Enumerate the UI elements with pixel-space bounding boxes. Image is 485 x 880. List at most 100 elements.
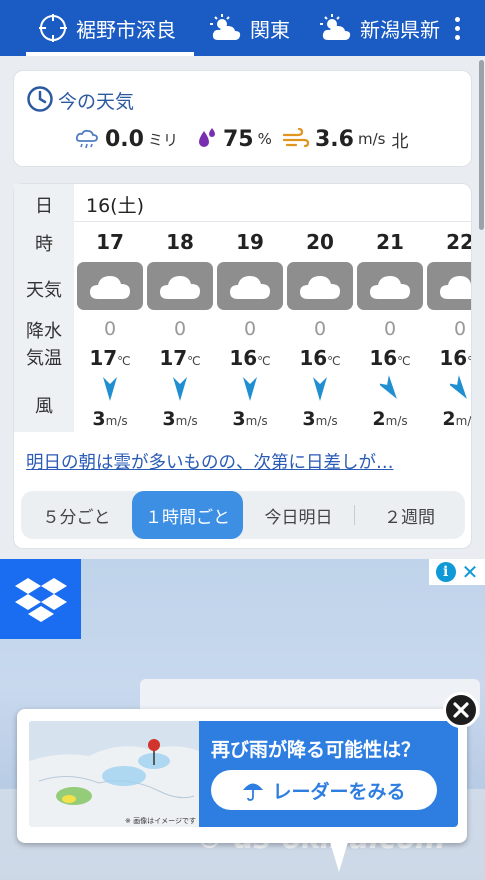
current-wind: 3.6 m/s 北 bbox=[283, 125, 408, 153]
tab-label: 関東 bbox=[250, 17, 290, 42]
cloudy-icon bbox=[217, 262, 283, 310]
wind-direction-arrow-icon bbox=[173, 377, 187, 401]
humidity-unit: % bbox=[257, 130, 272, 148]
forecast-precip: 0 bbox=[173, 318, 187, 340]
forecast-temp: 17℃ bbox=[75, 346, 145, 370]
location-crosshair-icon bbox=[39, 14, 67, 42]
forecast-temp: 16℃ bbox=[355, 346, 425, 370]
row-label-weather: 天気 bbox=[26, 280, 62, 301]
forecast-hour: 17 bbox=[96, 230, 124, 254]
forecast-column: 18 0 17℃ 3m/s bbox=[145, 222, 215, 432]
rain-value: 0.0 bbox=[105, 126, 144, 152]
info-icon: i bbox=[435, 562, 456, 582]
forecast-column: 22 0 16℃ 2m/s bbox=[425, 222, 471, 432]
wind-unit: m/s bbox=[357, 130, 386, 148]
cloudy-icon bbox=[287, 262, 353, 310]
humidity-drops-icon bbox=[199, 128, 215, 147]
tab-kanto[interactable]: 関東 bbox=[210, 0, 290, 56]
segment-today-tomorrow[interactable]: 今日明日 bbox=[243, 491, 354, 539]
wind-speed-unit: m/s bbox=[105, 414, 128, 428]
wind-direction-arrow-icon bbox=[450, 375, 467, 399]
overflow-menu-button[interactable] bbox=[449, 10, 465, 46]
date-row: 16(土) bbox=[74, 184, 471, 222]
close-popup-button[interactable] bbox=[443, 692, 479, 728]
ad-close-icon[interactable]: ✕ bbox=[462, 560, 479, 584]
forecast-wind: 2m/s bbox=[425, 408, 471, 430]
forecast-hour: 22 bbox=[446, 230, 471, 254]
current-rain: 0.0 ミリ bbox=[75, 125, 178, 153]
ad-choices[interactable]: i ✕ bbox=[429, 559, 485, 585]
forecast-column: 17 0 17℃ 3m/s bbox=[75, 222, 145, 432]
wind-speed: 2 bbox=[442, 408, 456, 430]
segment-5min[interactable]: ５分ごと bbox=[21, 491, 132, 539]
clock-icon bbox=[27, 86, 53, 112]
tab-niigata[interactable]: 新潟県新 bbox=[320, 0, 440, 56]
cloudy-icon bbox=[147, 262, 213, 310]
row-label-wind: 風 bbox=[35, 396, 53, 417]
dot-icon bbox=[454, 25, 460, 31]
map-thumbnail bbox=[29, 721, 199, 827]
forecast-temp: 16℃ bbox=[285, 346, 355, 370]
wind-speed-unit: m/s bbox=[315, 414, 338, 428]
temp-value: 16 bbox=[229, 346, 258, 370]
radar-promo-content: ※ 画像はイメージです 再び雨が降る可能性は？ レーダーをみる bbox=[29, 721, 458, 827]
wind-speed-unit: m/s bbox=[245, 414, 268, 428]
wind-speed-unit: m/s bbox=[455, 414, 471, 428]
wind-speed: 2 bbox=[372, 408, 386, 430]
dot-icon bbox=[454, 34, 460, 40]
row-label-temp: 気温 bbox=[26, 348, 62, 369]
segment-2weeks[interactable]: ２週間 bbox=[354, 491, 465, 539]
forecast-date: 16(土) bbox=[86, 195, 145, 217]
temp-unit: ℃ bbox=[397, 354, 411, 368]
forecast-column: 19 0 16℃ 3m/s bbox=[215, 222, 285, 432]
forecast-hour: 20 bbox=[306, 230, 334, 254]
temp-value: 16 bbox=[369, 346, 398, 370]
forecast-temp: 16℃ bbox=[215, 346, 285, 370]
temp-value: 16 bbox=[439, 346, 468, 370]
wind-speed: 3 bbox=[92, 408, 106, 430]
hourly-forecast-grid[interactable]: 日 時 天気 降水 気温 風 16(土) 17 0 17℃ 3m/s 18 0 17℃ 3m/… bbox=[14, 184, 471, 432]
wind-speed: 3 bbox=[302, 408, 316, 430]
forecast-precip: 0 bbox=[103, 318, 117, 340]
wind-icon bbox=[283, 128, 309, 148]
wind-speed-unit: m/s bbox=[175, 414, 198, 428]
temp-unit: ℃ bbox=[257, 354, 271, 368]
cloudy-icon bbox=[427, 262, 471, 310]
row-labels: 日 時 天気 降水 気温 風 bbox=[14, 184, 74, 432]
sun-cloud-icon bbox=[210, 14, 241, 40]
rain-unit: ミリ bbox=[147, 130, 178, 149]
forecast-precip: 0 bbox=[313, 318, 327, 340]
dot-icon bbox=[454, 16, 460, 22]
image-note: ※ 画像はイメージです bbox=[125, 817, 196, 825]
sun-cloud-icon bbox=[320, 14, 351, 40]
promo-question: 再び雨が降る可能性は？ bbox=[211, 739, 421, 761]
wind-value: 3.6 bbox=[315, 126, 354, 152]
tab-susono[interactable]: 裾野市深良 bbox=[38, 0, 176, 56]
tab-label: 裾野市深良 bbox=[76, 17, 176, 42]
close-icon bbox=[453, 702, 469, 718]
radar-promo-popup[interactable]: ※ 画像はイメージです 再び雨が降る可能性は？ レーダーをみる bbox=[17, 709, 467, 843]
forecast-summary-link[interactable]: 明日の朝は雲が多いものの、次第に日差しが… bbox=[26, 449, 394, 474]
forecast-wind: 2m/s bbox=[355, 408, 425, 430]
wind-direction-arrow-icon bbox=[103, 377, 117, 401]
wind-direction-arrow-icon bbox=[313, 377, 327, 401]
temp-value: 17 bbox=[89, 346, 118, 370]
forecast-precip: 0 bbox=[383, 318, 397, 340]
segment-1hour[interactable]: １時間ごと bbox=[132, 491, 243, 539]
scrollbar[interactable] bbox=[479, 60, 484, 230]
wind-direction-arrow-icon bbox=[243, 377, 257, 401]
forecast-wind: 3m/s bbox=[285, 408, 355, 430]
radar-map-image bbox=[29, 721, 199, 827]
forecast-column: 20 0 16℃ 3m/s bbox=[285, 222, 355, 432]
view-radar-button[interactable]: レーダーをみる bbox=[211, 770, 437, 810]
selected-tab-indicator bbox=[26, 52, 194, 56]
forecast-temp: 17℃ bbox=[145, 346, 215, 370]
humidity-value: 75 bbox=[223, 126, 254, 152]
forecast-wind: 3m/s bbox=[145, 408, 215, 430]
location-tabs: 裾野市深良 関東 新潟県新 bbox=[0, 0, 485, 56]
cloudy-icon bbox=[77, 262, 143, 310]
popup-pointer bbox=[330, 842, 348, 872]
wind-direction: 北 bbox=[391, 131, 409, 152]
temp-unit: ℃ bbox=[187, 354, 201, 368]
current-weather-title: 今の天気 bbox=[58, 91, 135, 113]
